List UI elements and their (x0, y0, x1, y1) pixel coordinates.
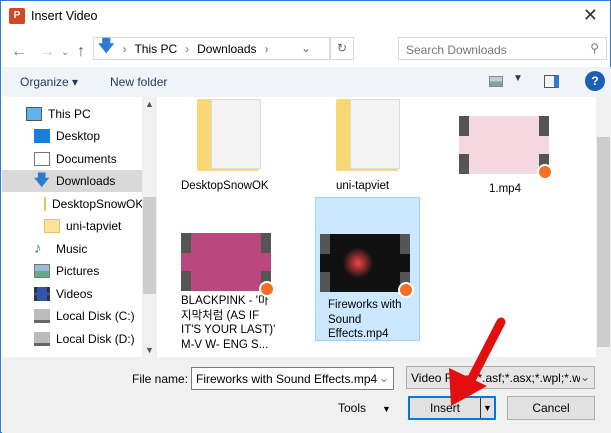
file-name-input[interactable]: Fireworks with Sound Effects.mp4 ⌄ (191, 367, 394, 390)
file-item-fireworks-selected[interactable]: Fireworks with Sound Effects.mp4 (315, 197, 420, 341)
close-icon[interactable]: ✕ (583, 5, 598, 26)
sidebar-item-label: Downloads (56, 174, 116, 188)
sidebar-item-downloads[interactable]: 🡇 Downloads (2, 170, 142, 192)
folder-icon (44, 219, 60, 233)
sidebar-scrollbar[interactable]: ▲ ▼ (142, 97, 157, 357)
sidebar-item-label: DesktopSnowOK (52, 197, 142, 211)
file-item-1-mp4[interactable]: 1.mp4 (459, 116, 554, 197)
recent-dropdown-icon[interactable]: ⌄ (61, 47, 69, 58)
search-input[interactable]: Search Downloads ⚲ (398, 37, 607, 60)
chevron-down-icon[interactable]: ⌄ (579, 370, 590, 384)
search-icon: ⚲ (590, 41, 599, 55)
sidebar-item-label: Local Disk (C:) (56, 309, 135, 323)
pictures-icon (34, 264, 50, 278)
sidebar-item-local-disk-c[interactable]: Local Disk (C:) (2, 305, 142, 327)
sidebar-item-label: Local Disk (D:) (56, 332, 135, 346)
chevron-icon: › (185, 41, 190, 56)
folder-icon (336, 99, 400, 171)
sidebar-item-label: Music (56, 242, 88, 256)
chevron-down-icon[interactable]: ⌄ (379, 371, 389, 385)
sidebar-scroll-thumb[interactable] (143, 197, 156, 294)
new-folder-button[interactable]: New folder (110, 75, 167, 89)
video-thumbnail (459, 116, 553, 180)
address-dropdown-icon[interactable]: ⌄ (301, 41, 311, 55)
sidebar-item-pictures[interactable]: Pictures (2, 260, 142, 282)
breadcrumb-downloads[interactable]: Downloads (197, 42, 256, 56)
sidebar-item-videos[interactable]: Videos (2, 283, 142, 305)
refresh-icon[interactable]: ↻ (330, 37, 354, 60)
computer-icon (26, 107, 42, 121)
file-name-label: File name: (132, 372, 189, 386)
downloads-icon: 🡇 (34, 172, 50, 189)
file-name: 1.mp4 (489, 183, 521, 195)
chevron-icon: › (264, 41, 269, 56)
content-scrollbar[interactable] (596, 97, 611, 357)
video-thumbnail (320, 234, 414, 298)
preview-pane-icon[interactable] (544, 75, 559, 88)
up-icon[interactable]: ↑ (77, 43, 85, 61)
drive-icon (34, 332, 50, 346)
navigation-pane: This PC Desktop Documents 🡇 Downloads Des… (2, 97, 142, 357)
video-thumbnail (181, 233, 275, 297)
file-item-desktopsnowok[interactable]: DesktopSnowOK (181, 99, 276, 194)
sidebar-item-label: Documents (56, 152, 117, 166)
change-view-icon[interactable] (489, 76, 503, 87)
back-icon[interactable]: ← (11, 43, 27, 61)
file-item-blackpink[interactable]: BLACKPINK - '마지막처럼 (AS IF IT'S YOUR LAST… (181, 233, 276, 352)
sidebar-item-desktop[interactable]: Desktop (2, 125, 142, 147)
desktop-icon (34, 129, 50, 143)
sidebar-item-local-disk-d[interactable]: Local Disk (D:) (2, 328, 142, 350)
view-dropdown-icon[interactable]: ▼ (513, 73, 523, 84)
toolbar: Organize ▾ New folder ▼ ? (2, 67, 611, 97)
drive-icon (34, 309, 50, 323)
documents-icon (34, 152, 50, 166)
dialog-footer: File name: Fireworks with Sound Effects.… (2, 357, 611, 433)
chevron-icon: › (122, 41, 127, 56)
forward-icon[interactable]: → (39, 43, 55, 61)
tools-button[interactable]: Tools ▼ (338, 401, 391, 415)
scroll-up-icon[interactable]: ▲ (145, 99, 154, 109)
sidebar-item-label: Videos (56, 287, 93, 301)
sidebar-item-label: uni-tapviet (66, 219, 122, 233)
breadcrumb-this-pc[interactable]: This PC (134, 42, 177, 56)
scroll-down-icon[interactable]: ▼ (145, 345, 154, 355)
sidebar-item-label: Pictures (56, 264, 100, 278)
insert-video-dialog: P Insert Video ✕ ← → ⌄ ↑ 🡇 › This PC › D… (0, 0, 611, 433)
organize-button[interactable]: Organize ▾ (20, 75, 78, 89)
red-arrow-annotation (449, 317, 506, 406)
file-name: uni-tapviet (336, 180, 390, 192)
file-item-uni-tapviet[interactable]: uni-tapviet (336, 99, 431, 194)
file-name: Fireworks with Sound Effects.mp4 (328, 299, 402, 340)
file-name: DesktopSnowOK (181, 180, 269, 192)
sidebar-item-this-pc[interactable]: This PC (2, 103, 142, 125)
videos-icon (34, 287, 50, 301)
folder-icon (44, 197, 46, 211)
file-name: BLACKPINK - '마지막처럼 (AS IF IT'S YOUR LAST… (181, 295, 276, 351)
content-scroll-thumb[interactable] (597, 137, 610, 347)
address-bar[interactable]: 🡇 › This PC › Downloads › (93, 37, 330, 60)
sidebar-item-label: Desktop (56, 129, 101, 143)
sidebar-item-documents[interactable]: Documents (2, 148, 142, 170)
cancel-button[interactable]: Cancel (507, 396, 595, 420)
play-icon (537, 164, 553, 180)
downloads-arrow-icon: 🡇 (98, 38, 115, 55)
sidebar-item-music[interactable]: ♪ Music (2, 238, 142, 260)
folder-icon (197, 99, 261, 171)
sidebar-item-desktopsnowok[interactable]: DesktopSnowOK (2, 193, 142, 215)
sidebar-item-label: This PC (48, 107, 91, 121)
play-icon (398, 282, 414, 298)
play-icon (259, 281, 275, 297)
sidebar-item-uni-tapviet[interactable]: uni-tapviet (2, 215, 142, 237)
dialog-title: Insert Video (31, 9, 98, 23)
help-icon[interactable]: ? (585, 71, 605, 91)
music-icon: ♪ (34, 240, 42, 257)
powerpoint-logo-icon: P (9, 8, 25, 24)
